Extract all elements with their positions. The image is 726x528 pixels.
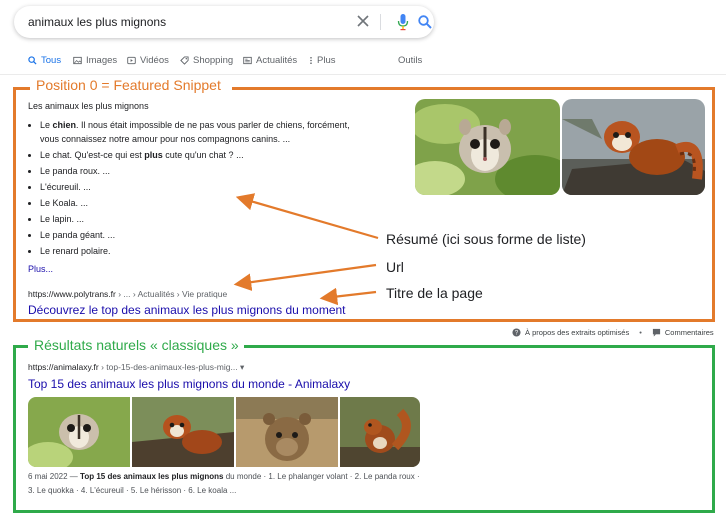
result-url[interactable]: https://animalaxy.fr › top-15-des-animau… xyxy=(28,362,244,373)
result-thumbnails xyxy=(28,397,420,467)
arrow-summary xyxy=(235,193,379,240)
result-title-link[interactable]: Top 15 des animaux les plus mignons du m… xyxy=(28,377,350,391)
result-description: 6 mai 2022 — Top 15 des animaux les plus… xyxy=(28,472,420,495)
annotation-url: Url xyxy=(386,259,404,275)
about-snippets-link[interactable]: À propos des extraits optimisés xyxy=(525,328,629,337)
arrow-url xyxy=(233,263,377,291)
thumb-sugar-glider[interactable] xyxy=(28,397,130,467)
thumb-red-panda[interactable] xyxy=(132,397,234,467)
annotation-summary: Résumé (ici sous forme de liste) xyxy=(386,231,586,247)
annotation-page-title: Titre de la page xyxy=(386,285,483,301)
feedback-link[interactable]: Commentaires xyxy=(665,328,714,337)
help-icon: ? xyxy=(512,328,521,337)
thumb-quokka[interactable] xyxy=(236,397,338,467)
svg-text:?: ? xyxy=(515,330,519,337)
chevron-down-icon[interactable]: ▾ xyxy=(240,362,244,372)
arrow-title xyxy=(319,287,377,306)
organic-section-title: Résultats naturels « classiques » xyxy=(34,337,239,353)
footer-separator: • xyxy=(639,328,642,337)
featured-footer: ? À propos des extraits optimisés • Comm… xyxy=(512,328,714,337)
thumb-squirrel[interactable] xyxy=(340,397,420,467)
feedback-icon xyxy=(652,328,660,337)
